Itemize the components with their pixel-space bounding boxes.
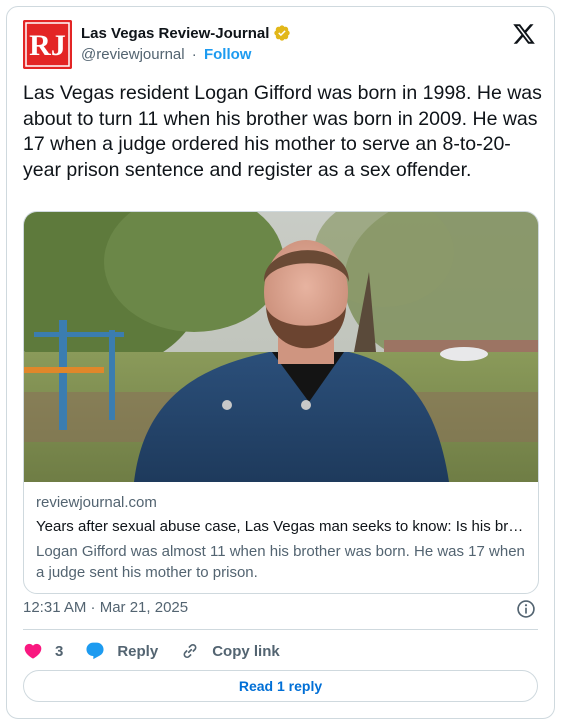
- account-handle[interactable]: @reviewjournal: [81, 46, 185, 63]
- copy-link-button[interactable]: Copy link: [180, 641, 280, 661]
- like-button[interactable]: 3: [23, 641, 63, 661]
- link-title[interactable]: Years after sexual abuse case, Las Vegas…: [36, 518, 528, 540]
- account-name-row: Las Vegas Review-Journal: [81, 24, 291, 42]
- link-meta: reviewjournal.com Years after sexual abu…: [36, 494, 528, 583]
- tweet-timestamp[interactable]: 12:31 AM · Mar 21, 2025: [23, 599, 188, 616]
- article-photo: [24, 212, 538, 482]
- reply-label: Reply: [117, 642, 159, 660]
- action-bar: 3 Reply Copy link: [23, 639, 302, 663]
- avatar[interactable]: RJ: [23, 20, 72, 69]
- tweet-text: Las Vegas resident Logan Gifford was bor…: [23, 82, 542, 181]
- read-replies-button[interactable]: Read 1 reply: [23, 670, 538, 702]
- verified-badge-icon: [274, 25, 291, 41]
- copy-link-label: Copy link: [212, 642, 280, 660]
- divider: [23, 629, 538, 630]
- link-domain: reviewjournal.com: [36, 494, 157, 511]
- tweet-embed-card: RJ Las Vegas Review-Journal @reviewjourn…: [6, 6, 555, 719]
- separator-dot: ·: [191, 46, 197, 63]
- follow-button[interactable]: Follow: [204, 46, 252, 63]
- heart-icon: [24, 643, 42, 659]
- svg-text:RJ: RJ: [29, 29, 66, 62]
- link-description: Logan Gifford was almost 11 when his bro…: [36, 543, 525, 581]
- link-icon: [183, 643, 197, 659]
- reply-button[interactable]: Reply: [85, 641, 158, 661]
- like-count: 3: [55, 642, 64, 660]
- handle-row: @reviewjournal · Follow: [81, 46, 251, 63]
- account-name[interactable]: Las Vegas Review-Journal: [81, 25, 269, 42]
- reply-bubble-icon: [86, 642, 104, 660]
- link-preview-card[interactable]: reviewjournal.com Years after sexual abu…: [23, 211, 539, 594]
- rj-logo: RJ: [23, 20, 72, 69]
- info-icon[interactable]: [516, 599, 536, 619]
- x-logo-icon[interactable]: [512, 22, 536, 46]
